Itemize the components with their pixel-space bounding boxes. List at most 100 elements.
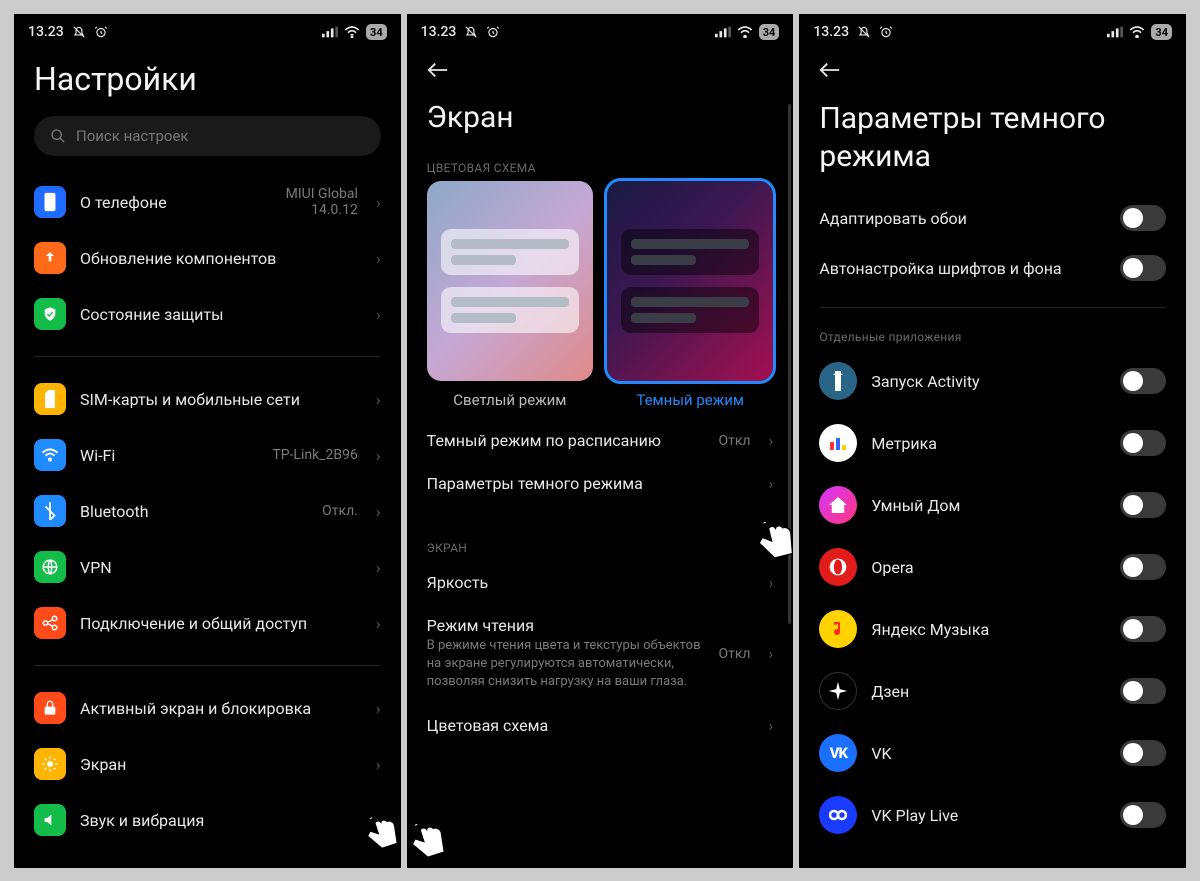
toggle[interactable]: [1120, 678, 1166, 704]
wifi-icon: [34, 439, 66, 471]
chevron-right-icon: ›: [769, 431, 774, 450]
toggle[interactable]: [1120, 554, 1166, 580]
row-label: Метрика: [871, 434, 1106, 453]
row-label: VK Play Live: [871, 806, 1106, 825]
status-bar: 13.23 34: [407, 14, 794, 46]
toggle[interactable]: [1120, 430, 1166, 456]
search-input[interactable]: Поиск настроек: [34, 116, 381, 156]
row-dark-params[interactable]: Параметры темного режима ›: [407, 462, 794, 505]
app-icon-ymusic: [819, 610, 857, 648]
row-app-ymusic[interactable]: Яндекс Музыка: [799, 598, 1186, 660]
dark-mode-card[interactable]: Темный режим: [607, 181, 773, 409]
row-adapt-wallpaper[interactable]: Адаптировать обои: [799, 193, 1186, 243]
row-label: О телефоне: [80, 193, 272, 212]
wifi-icon: [344, 26, 360, 38]
light-mode-card[interactable]: Светлый режим: [427, 181, 593, 409]
row-display[interactable]: Экран ›: [14, 736, 401, 792]
row-label: Яркость: [427, 573, 755, 592]
row-label: Яндекс Музыка: [871, 620, 1106, 639]
shield-icon: [34, 298, 66, 330]
battery-indicator: 34: [1151, 24, 1172, 40]
toggle[interactable]: [1120, 740, 1166, 766]
toggle[interactable]: [1120, 255, 1166, 281]
row-label: Автонастройка шрифтов и фона: [819, 259, 1106, 278]
row-app-smart-home[interactable]: Умный Дом: [799, 474, 1186, 536]
chevron-right-icon: ›: [769, 716, 774, 735]
row-label: Экран: [80, 755, 362, 774]
mute-icon: [464, 25, 478, 39]
divider: [34, 356, 381, 357]
chevron-right-icon: ›: [376, 390, 381, 409]
row-autofont[interactable]: Автонастройка шрифтов и фона: [799, 243, 1186, 293]
app-icon-activity: [819, 362, 857, 400]
scrollbar[interactable]: [788, 104, 791, 860]
chevron-right-icon: ›: [376, 193, 381, 212]
row-label: VPN: [80, 558, 362, 577]
row-app-opera[interactable]: Opera: [799, 536, 1186, 598]
row-reading[interactable]: Режим чтения В режиме чтения цвета и тек…: [407, 604, 794, 704]
row-sound[interactable]: Звук и вибрация ›: [14, 792, 401, 848]
toggle[interactable]: [1120, 616, 1166, 642]
row-label: Звук и вибрация: [80, 811, 362, 830]
row-share[interactable]: Подключение и общий доступ ›: [14, 595, 401, 651]
chevron-right-icon: ›: [769, 644, 774, 663]
row-about-phone[interactable]: О телефоне MIUI Global 14.0.12 ›: [14, 174, 401, 230]
chevron-right-icon: ›: [769, 474, 774, 493]
toggle[interactable]: [1120, 205, 1166, 231]
page-title: Настройки: [14, 46, 401, 116]
row-label: Умный Дом: [871, 496, 1106, 515]
sound-icon: [34, 804, 66, 836]
page-title: Параметры темного режима: [799, 86, 1186, 193]
chevron-right-icon: ›: [376, 811, 381, 830]
row-dark-schedule[interactable]: Темный режим по расписанию Откл ›: [407, 419, 794, 462]
row-sim[interactable]: SIM-карты и мобильные сети ›: [14, 371, 401, 427]
row-label: Opera: [871, 558, 1106, 577]
toggle[interactable]: [1120, 492, 1166, 518]
row-label: Wi-Fi: [80, 446, 258, 465]
status-bar: 13.23 34: [799, 14, 1186, 46]
row-value-2: 14.0.12: [311, 202, 358, 218]
chevron-right-icon: ›: [376, 249, 381, 268]
lock-icon: [34, 692, 66, 724]
cursor-overlay: [407, 814, 455, 868]
row-wifi[interactable]: Wi-Fi TP-Link_2B96 ›: [14, 427, 401, 483]
light-label: Светлый режим: [453, 391, 566, 409]
row-app-metrica[interactable]: Метрика: [799, 412, 1186, 474]
sim-icon: [34, 383, 66, 415]
signal-icon: [715, 26, 731, 38]
status-time: 13.23: [421, 24, 457, 40]
toggle[interactable]: [1120, 802, 1166, 828]
row-lock[interactable]: Активный экран и блокировка ›: [14, 680, 401, 736]
section-screen: ЭКРАН: [407, 533, 794, 561]
alarm-icon: [94, 25, 108, 39]
alarm-icon: [879, 25, 893, 39]
row-app-vk[interactable]: VK VK: [799, 722, 1186, 784]
section-apps: Отдельные приложения: [799, 322, 1186, 350]
row-brightness[interactable]: Яркость ›: [407, 561, 794, 604]
row-label: Состояние защиты: [80, 305, 362, 324]
chevron-right-icon: ›: [376, 558, 381, 577]
back-button[interactable]: [799, 46, 1186, 86]
search-icon: [50, 128, 66, 144]
row-color-scheme[interactable]: Цветовая схема ›: [407, 704, 794, 747]
row-vpn[interactable]: VPN ›: [14, 539, 401, 595]
row-app-activity[interactable]: Запуск Activity: [799, 350, 1186, 412]
row-app-vkplay[interactable]: VK Play Live: [799, 784, 1186, 846]
row-app-dzen[interactable]: Дзен: [799, 660, 1186, 722]
battery-indicator: 34: [759, 24, 780, 40]
wifi-icon: [1129, 26, 1145, 38]
row-label: Подключение и общий доступ: [80, 614, 362, 633]
row-update[interactable]: Обновление компонентов ›: [14, 230, 401, 286]
back-button[interactable]: [407, 46, 794, 86]
app-icon-dzen: [819, 672, 857, 710]
phone-icon: [34, 186, 66, 218]
row-label: Режим чтения: [427, 616, 705, 635]
row-bluetooth[interactable]: Bluetooth Откл. ›: [14, 483, 401, 539]
mute-icon: [857, 25, 871, 39]
row-label: Активный экран и блокировка: [80, 699, 362, 718]
row-security[interactable]: Состояние защиты ›: [14, 286, 401, 342]
bluetooth-icon: [34, 495, 66, 527]
toggle[interactable]: [1120, 368, 1166, 394]
status-time: 13.23: [28, 24, 64, 40]
row-sublabel: В режиме чтения цвета и текстуры объекто…: [427, 637, 705, 692]
